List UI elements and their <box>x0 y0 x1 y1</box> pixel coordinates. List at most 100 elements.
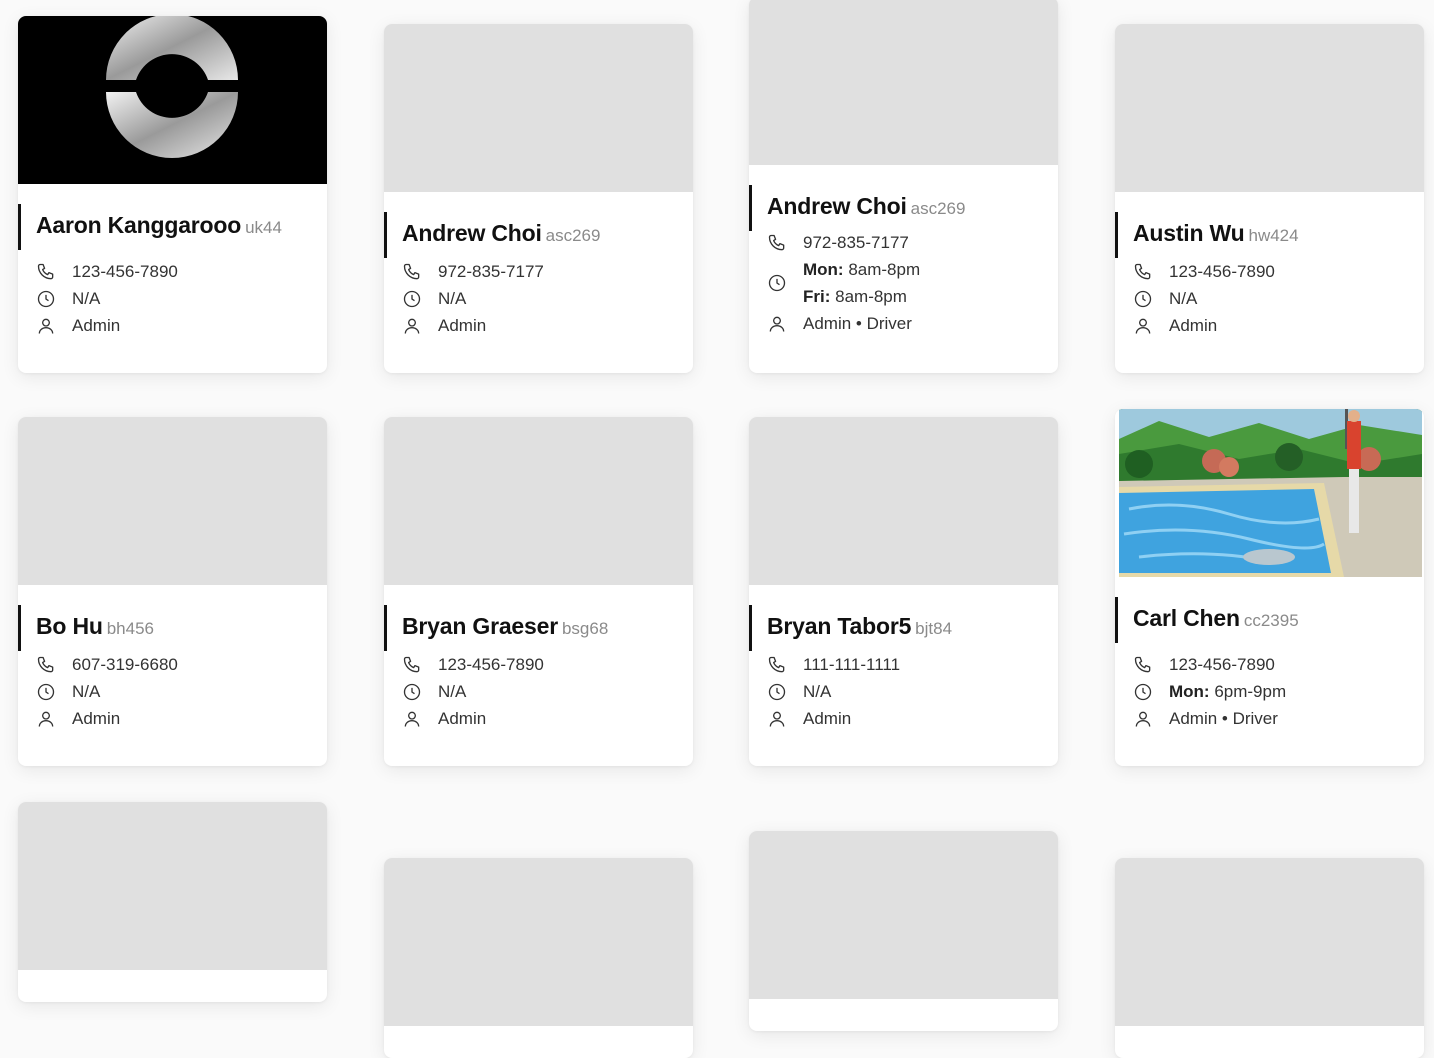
accent-bar <box>18 204 21 250</box>
roles-text: Admin • Driver <box>803 314 912 333</box>
phone-icon <box>36 655 56 675</box>
employee-netid: bh456 <box>106 619 154 638</box>
employee-card[interactable] <box>384 858 693 1058</box>
person-icon <box>402 709 422 729</box>
accent-bar <box>384 605 387 651</box>
accent-bar <box>1115 212 1118 258</box>
employee-photo-placeholder <box>1115 858 1424 1026</box>
name-row: Andrew Choi asc269 <box>767 193 965 220</box>
hours-text: N/A <box>438 682 467 701</box>
phone-text: 123-456-7890 <box>72 262 178 281</box>
hours-time: 8am-8pm <box>848 260 921 279</box>
clock-icon <box>402 289 422 309</box>
name-row: Austin Wu hw424 <box>1133 220 1299 247</box>
hours-line: Mon: 8am-8pm <box>803 260 920 280</box>
employee-netid: cc2395 <box>1243 611 1299 630</box>
employee-card[interactable]: Bryan Tabor5 bjt84 111-111-1111 N/A Admin <box>749 417 1058 766</box>
roles-text: Admin <box>438 316 487 335</box>
employee-card[interactable] <box>749 831 1058 1031</box>
employee-netid: asc269 <box>545 226 601 245</box>
person-icon <box>1133 709 1153 729</box>
employee-card[interactable] <box>18 802 327 1002</box>
employee-card[interactable]: Aaron Kanggarooo uk44 123-456-7890 N/A Ad… <box>18 16 327 373</box>
phone-icon <box>36 262 56 282</box>
employee-photo-placeholder <box>749 831 1058 999</box>
hours-line: Fri: 8am-8pm <box>803 287 907 307</box>
person-icon <box>1133 316 1153 336</box>
employee-name: Aaron Kanggarooo <box>36 212 242 238</box>
person-icon <box>402 316 422 336</box>
employee-name: Austin Wu <box>1133 220 1245 246</box>
person-icon <box>36 316 56 336</box>
phone-text: 123-456-7890 <box>438 655 544 674</box>
employee-photo-placeholder <box>384 417 693 585</box>
employee-photo-placeholder <box>749 0 1058 165</box>
hours-time: 6pm-9pm <box>1214 682 1287 701</box>
roles-text: Admin • Driver <box>1169 709 1278 728</box>
clock-icon <box>402 682 422 702</box>
clock-icon <box>767 682 787 702</box>
employee-card[interactable]: Andrew Choi asc269 972-835-7177 N/A Admin <box>384 24 693 373</box>
employee-photo-placeholder <box>384 24 693 192</box>
person-icon <box>36 709 56 729</box>
hours-text: N/A <box>72 289 101 308</box>
name-row: Bryan Graeser bsg68 <box>402 613 608 640</box>
employee-name: Andrew Choi <box>767 193 907 219</box>
employee-card[interactable]: Bryan Graeser bsg68 123-456-7890 N/A Admi… <box>384 417 693 766</box>
name-row: Aaron Kanggarooo uk44 <box>36 212 282 239</box>
employee-name: Carl Chen <box>1133 605 1240 631</box>
hours-text: N/A <box>1169 289 1198 308</box>
accent-bar <box>384 212 387 258</box>
roles-text: Admin <box>72 709 121 728</box>
name-row: Carl Chen cc2395 <box>1133 605 1299 632</box>
phone-icon <box>1133 262 1153 282</box>
accent-bar <box>749 605 752 651</box>
employee-netid: hw424 <box>1248 226 1299 245</box>
pool-painting-image <box>1119 409 1422 577</box>
phone-text: 111-111-1111 <box>803 655 901 674</box>
hours-day: Mon: <box>1169 682 1210 701</box>
phone-text: 972-835-7177 <box>438 262 544 281</box>
clock-icon <box>36 682 56 702</box>
hours-time: 8am-8pm <box>835 287 907 306</box>
employee-photo-placeholder <box>384 858 693 1026</box>
logo-ring-image <box>106 16 238 158</box>
employee-photo-placeholder <box>18 802 327 970</box>
clock-icon <box>1133 289 1153 309</box>
hours-text: N/A <box>72 682 101 701</box>
phone-icon <box>1133 655 1153 675</box>
employee-netid: bsg68 <box>561 619 609 638</box>
phone-text: 123-456-7890 <box>1169 262 1275 281</box>
employee-name: Bryan Graeser <box>402 613 558 639</box>
employee-card[interactable]: Austin Wu hw424 123-456-7890 N/A Admin <box>1115 24 1424 373</box>
employee-card[interactable] <box>1115 858 1424 1058</box>
employee-photo <box>1119 409 1422 577</box>
clock-icon <box>767 273 787 293</box>
accent-bar <box>18 605 21 651</box>
roles-text: Admin <box>803 709 852 728</box>
clock-icon <box>36 289 56 309</box>
phone-icon <box>767 233 787 253</box>
phone-text: 123-456-7890 <box>1169 655 1275 674</box>
employee-card[interactable]: Carl Chen cc2395 123-456-7890 Mon: 6pm-9p… <box>1115 409 1424 766</box>
roles-text: Admin <box>72 316 121 335</box>
roles-text: Admin <box>438 709 487 728</box>
hours-day: Fri: <box>803 287 831 306</box>
employee-name: Bryan Tabor5 <box>767 613 912 639</box>
person-icon <box>767 314 787 334</box>
employee-card[interactable]: Bo Hu bh456 607-319-6680 N/A Admin <box>18 417 327 766</box>
roles-text: Admin <box>1169 316 1218 335</box>
phone-text: 607-319-6680 <box>72 655 178 674</box>
employee-photo-placeholder <box>749 417 1058 585</box>
phone-text: 972-835-7177 <box>803 233 909 252</box>
phone-icon <box>402 262 422 282</box>
employee-photo-placeholder <box>1115 24 1424 192</box>
employee-netid: bjt84 <box>915 619 953 638</box>
hours-text: N/A <box>803 682 832 701</box>
phone-icon <box>767 655 787 675</box>
name-row: Bryan Tabor5 bjt84 <box>767 613 952 640</box>
employee-card[interactable]: Andrew Choi asc269 972-835-7177 Mon: 8am-… <box>749 0 1058 373</box>
employee-name: Bo Hu <box>36 613 103 639</box>
phone-icon <box>402 655 422 675</box>
employee-photo-placeholder <box>18 417 327 585</box>
